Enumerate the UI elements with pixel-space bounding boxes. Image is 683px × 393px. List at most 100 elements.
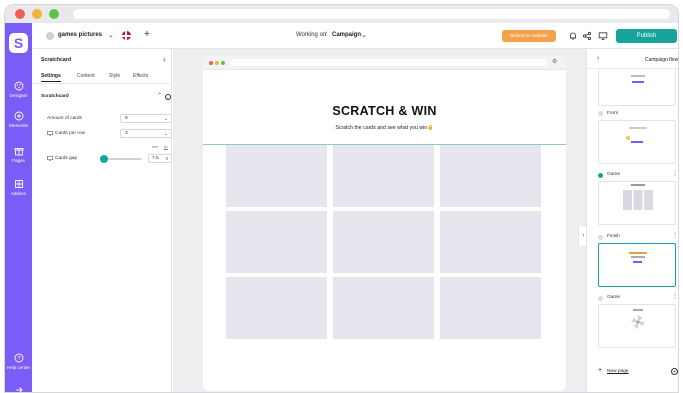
thumb-emoji xyxy=(626,136,630,140)
add-circle-icon[interactable]: + xyxy=(671,368,678,375)
new-page-link[interactable]: New page xyxy=(607,369,629,374)
step-dot xyxy=(598,296,603,301)
chevron-down-icon[interactable]: ⌄ xyxy=(108,31,114,39)
step-label: Form xyxy=(607,111,619,116)
preview-green-dot xyxy=(221,61,225,65)
page-thumbnail[interactable] xyxy=(598,181,676,225)
desktop-icon xyxy=(47,156,53,161)
tab-content[interactable]: Content xyxy=(77,73,95,79)
window-chrome xyxy=(5,5,678,23)
thumb-text xyxy=(631,256,645,258)
cards-per-row-select[interactable]: 3 ⌄ xyxy=(120,129,172,138)
chevron-up-icon[interactable]: ⌃ xyxy=(157,92,162,99)
preview-yellow-dot xyxy=(215,61,219,65)
section-title: Scratchcard xyxy=(41,94,69,99)
amount-of-cards-select[interactable]: 9 ⌄ xyxy=(120,114,172,123)
select-value: 3 xyxy=(125,131,128,136)
share-icon[interactable] xyxy=(582,31,592,41)
page-thumbnail[interactable] xyxy=(598,120,676,164)
scratchcard[interactable] xyxy=(440,211,541,273)
chevron-down-icon: ⌄ xyxy=(163,131,168,137)
thumb-title xyxy=(629,252,647,254)
plus-icon[interactable]: + xyxy=(598,367,602,374)
page-thumbnail-active[interactable] xyxy=(598,243,676,287)
scratchcard[interactable] xyxy=(226,211,327,273)
step-label: Game xyxy=(607,295,621,300)
scratch-title[interactable]: SCRATCH & WIN xyxy=(203,104,566,118)
more-icon[interactable]: ⋮ xyxy=(672,170,678,177)
flow-title: Campaign flow xyxy=(645,57,679,63)
desktop-preview-icon[interactable] xyxy=(598,31,608,41)
campaign-selector[interactable]: Campaign xyxy=(332,32,361,38)
editor-canvas: ⚙ SCRATCH & WIN Scratch the cards and se… xyxy=(173,49,586,392)
preview-address-bar xyxy=(231,59,547,66)
page-thumbnail[interactable] xyxy=(598,304,676,348)
slider-handle[interactable] xyxy=(100,155,109,163)
cards-gap-label: Cards gap xyxy=(55,156,78,161)
bell-icon[interactable] xyxy=(568,31,578,41)
arrow-right-icon xyxy=(15,387,23,392)
working-on-label: Working on xyxy=(296,32,327,38)
denmark-flag-icon[interactable] xyxy=(122,31,131,40)
cards-per-row-label: Cards per row xyxy=(55,131,86,136)
tab-settings[interactable]: Settings xyxy=(41,73,61,82)
page-preview: ⚙ SCRATCH & WIN Scratch the cards and se… xyxy=(203,56,566,391)
rail-item-addons[interactable]: Addons xyxy=(5,179,32,196)
rail-item-elements[interactable]: Elements xyxy=(5,111,32,128)
unit-rem[interactable]: rem xyxy=(152,145,158,149)
project-avatar xyxy=(46,32,54,40)
tab-style[interactable]: Style xyxy=(109,73,120,79)
project-name[interactable]: games pictures xyxy=(58,32,102,38)
breadcrumb-separator: / xyxy=(325,32,327,38)
left-rail: S Designer Elements Pages Addons ? Help … xyxy=(5,23,32,392)
amount-of-cards-label: Amount of cards xyxy=(47,116,82,121)
rail-item-expand[interactable] xyxy=(5,385,32,392)
more-icon[interactable]: ⋮ xyxy=(672,232,678,239)
address-bar[interactable] xyxy=(73,9,670,19)
rail-item-designer[interactable]: Designer xyxy=(5,81,32,98)
gift-icon xyxy=(14,148,23,156)
app-window: S Designer Elements Pages Addons ? Help … xyxy=(4,4,679,393)
scratchcard[interactable] xyxy=(226,145,327,207)
publish-button[interactable]: Publish xyxy=(616,29,677,43)
page-thumbnail[interactable] xyxy=(598,69,676,106)
preview-red-dot xyxy=(209,61,213,65)
scratchcard[interactable] xyxy=(226,277,327,339)
app-logo[interactable]: S xyxy=(9,33,28,53)
scratchcard[interactable] xyxy=(440,145,541,207)
thumb-title xyxy=(631,184,645,186)
rail-item-label: Pages xyxy=(12,158,25,163)
cards-gap-input[interactable]: 7.5 ⇕ xyxy=(148,154,172,163)
scratchcard[interactable] xyxy=(333,211,434,273)
chevron-left-icon[interactable]: ‹ xyxy=(163,55,166,64)
maximize-window-dot[interactable] xyxy=(49,9,59,19)
divider xyxy=(32,83,172,84)
scratchcard[interactable] xyxy=(333,277,434,339)
info-icon[interactable]: i xyxy=(165,94,171,100)
plus-circle-icon xyxy=(14,111,23,121)
gear-icon[interactable]: ⚙ xyxy=(552,58,557,65)
scratch-subtitle[interactable]: Scratch the cards and see what you win✌️ xyxy=(203,125,566,131)
chevron-right-icon[interactable]: › xyxy=(597,55,599,62)
grid-icon xyxy=(14,180,23,188)
add-language-button[interactable]: + xyxy=(144,29,150,40)
rail-item-help[interactable]: ? Help center xyxy=(5,353,32,370)
more-icon[interactable]: ⋮ xyxy=(672,293,678,300)
minimize-window-dot[interactable] xyxy=(32,9,42,19)
wheel-icon xyxy=(631,315,645,329)
status-badge[interactable]: Behind on website xyxy=(502,30,556,42)
scratchcard[interactable] xyxy=(333,145,434,207)
chevron-down-icon[interactable]: ⌄ xyxy=(361,31,367,39)
tab-effects[interactable]: Effects xyxy=(133,73,148,79)
scratchcard[interactable] xyxy=(440,277,541,339)
thumb-button xyxy=(631,141,643,143)
select-value: 9 xyxy=(125,116,128,121)
stepper-icon: ⇕ xyxy=(165,156,169,161)
close-window-dot[interactable] xyxy=(15,9,25,19)
cards-gap-slider[interactable] xyxy=(100,155,142,163)
unit-px[interactable]: px xyxy=(164,145,168,149)
chevron-down-icon: ⌄ xyxy=(163,116,168,122)
step-dot xyxy=(598,111,603,116)
settings-panel: Scratchcard ‹ Settings Content Style Eff… xyxy=(32,49,172,392)
rail-item-pages[interactable]: Pages xyxy=(5,146,32,163)
